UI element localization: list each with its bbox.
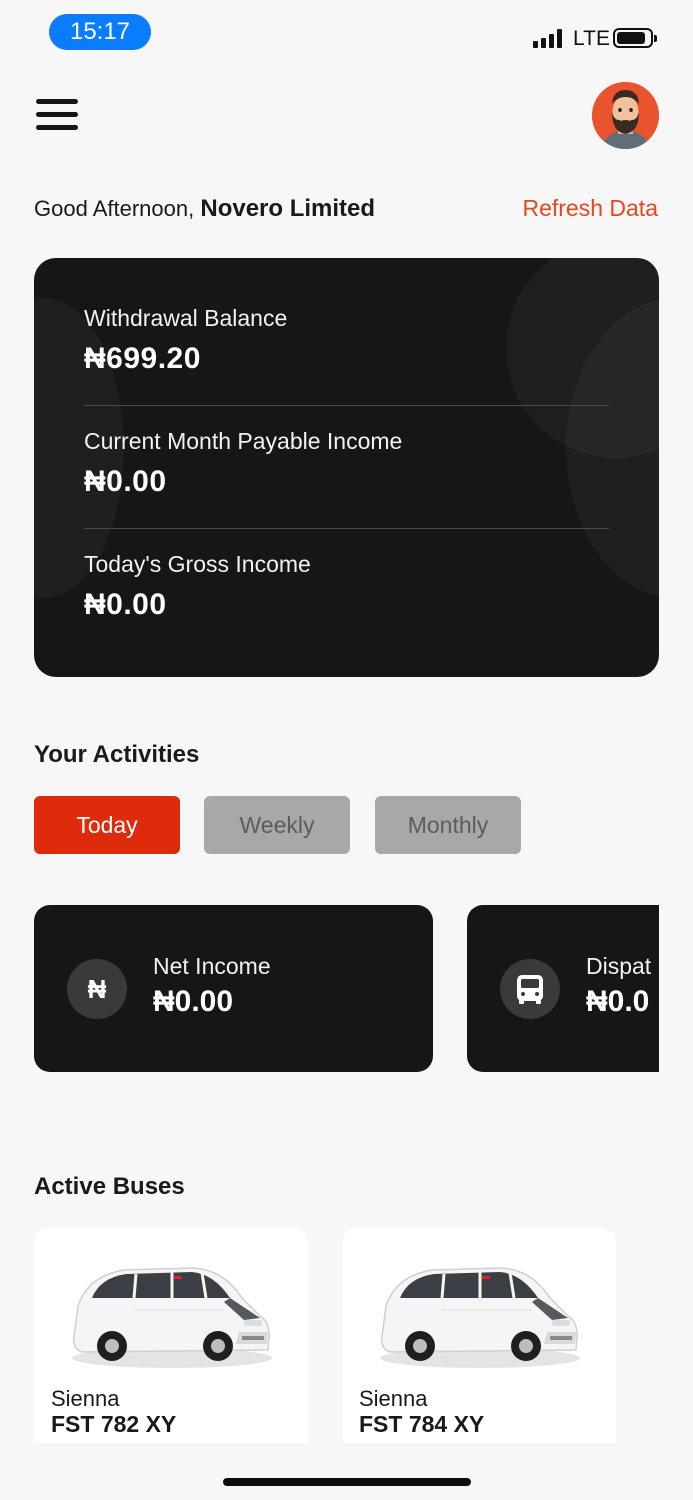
battery-icon [613,28,657,48]
white-minivan-image [72,1267,272,1368]
status-time: 15:17 [49,14,151,50]
balance-value: ₦0.00 [84,465,167,498]
white-minivan-image [380,1267,580,1368]
divider [84,528,609,529]
stat-label: Dispat [586,953,652,979]
home-indicator[interactable] [223,1478,471,1486]
bus-card[interactable]: Sienna FST 782 XY [34,1228,308,1443]
net-income-card[interactable]: ₦ Net Income ₦0.00 [34,905,433,1072]
company-name: Novero Limited [200,195,376,222]
stat-value: ₦0.00 [153,985,234,1018]
naira-icon: ₦ [67,959,127,1019]
divider [84,405,609,406]
balance-label: Withdrawal Balance [84,305,288,331]
greeting-prefix: Good Afternoon, [34,196,195,221]
bus-plate: FST 784 XY [359,1411,485,1437]
tab-weekly[interactable]: Weekly [204,796,350,854]
active-buses-title: Active Buses [34,1173,185,1200]
bus-icon [500,959,560,1019]
tab-monthly[interactable]: Monthly [375,796,521,854]
status-bar: 15:17 LTE [0,0,693,66]
balance-value: ₦699.20 [84,342,201,375]
balance-value: ₦0.00 [84,588,167,621]
bus-card[interactable]: Sienna FST 784 XY [342,1228,616,1443]
stat-value: ₦0.0 [586,985,650,1018]
refresh-data-link[interactable]: Refresh Data [522,195,658,222]
signal-icon [533,29,563,48]
balance-label: Current Month Payable Income [84,428,403,454]
current-month-payable-income: Current Month Payable Income ₦0.00 [84,428,609,499]
avatar[interactable] [592,82,659,149]
network-label: LTE [573,27,610,50]
dispatch-card[interactable]: Dispat ₦0.0 [467,905,659,1072]
activity-cards-carousel[interactable]: ₦ Net Income ₦0.00 Dispat ₦0.0 [34,905,659,1072]
bearded-man-avatar-icon [592,82,659,149]
balance-label: Today's Gross Income [84,551,311,577]
withdrawal-balance: Withdrawal Balance ₦699.20 [84,305,609,376]
activities-title: Your Activities [34,741,200,768]
balance-card: Withdrawal Balance ₦699.20 Current Month… [34,258,659,677]
hamburger-icon[interactable] [36,99,80,133]
tab-today[interactable]: Today [34,796,180,854]
bus-model: Sienna [359,1386,428,1411]
bus-plate: FST 782 XY [51,1411,177,1437]
bus-model: Sienna [51,1386,120,1411]
stat-label: Net Income [153,953,271,979]
todays-gross-income: Today's Gross Income ₦0.00 [84,551,609,622]
greeting: Good Afternoon, Novero Limited [34,195,375,223]
